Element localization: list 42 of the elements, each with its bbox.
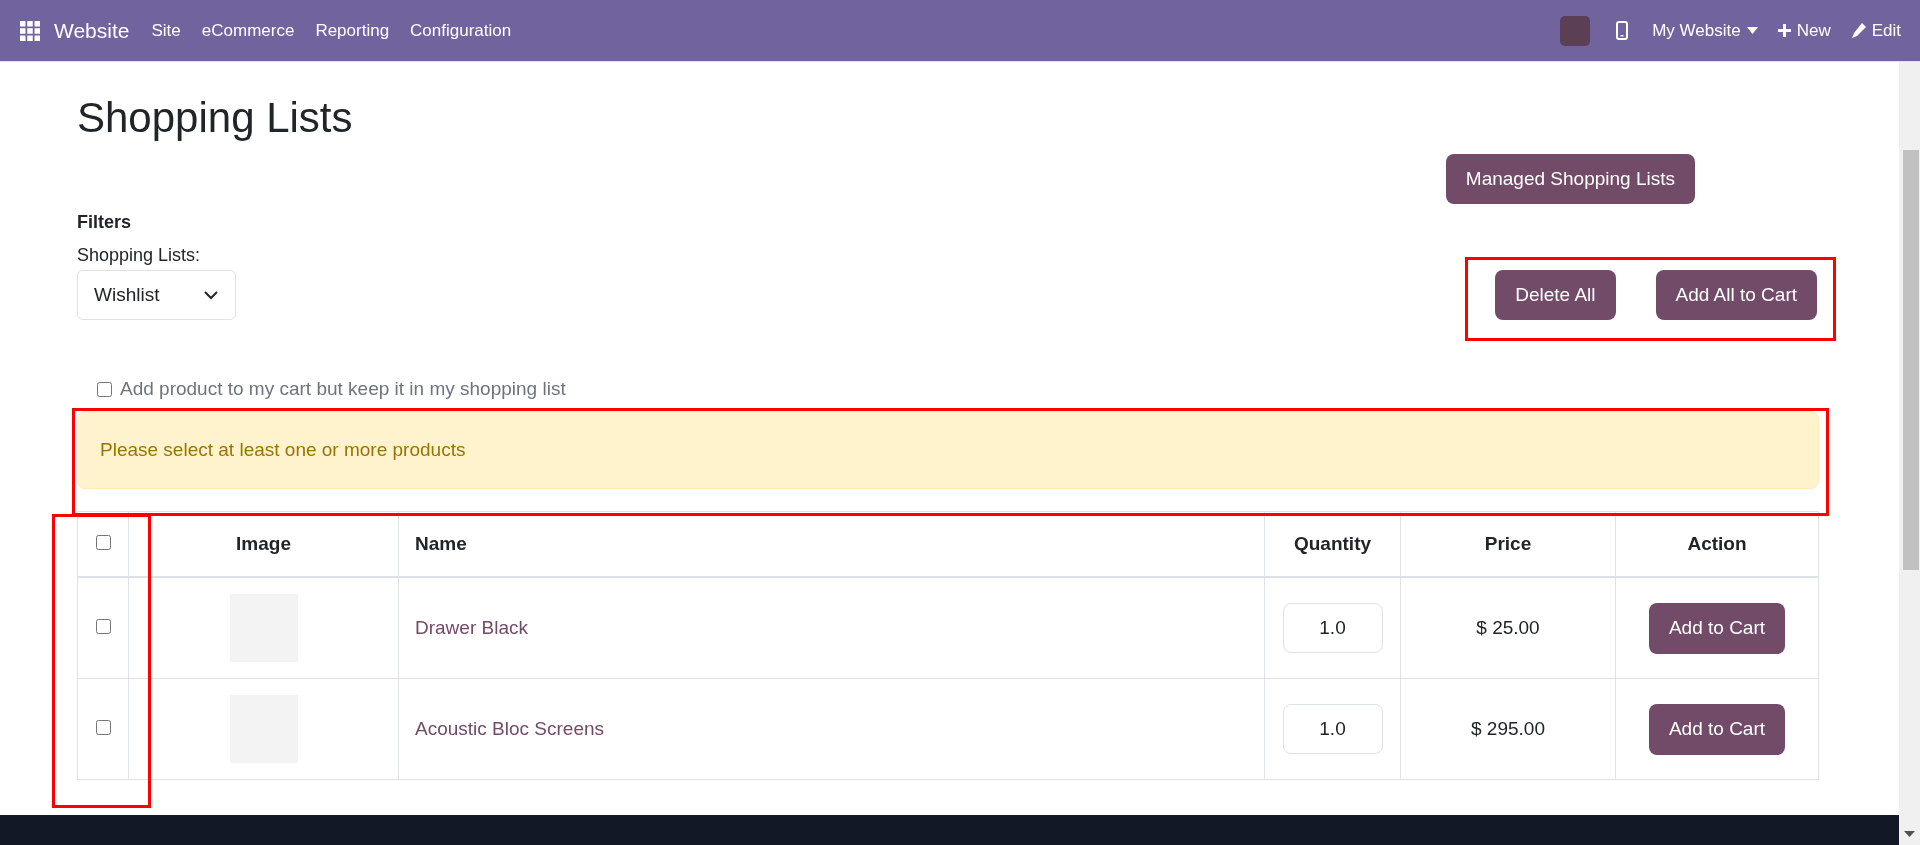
product-link[interactable]: Drawer Black (415, 617, 528, 638)
column-header: Image (128, 511, 399, 577)
page-title: Shopping Lists (77, 94, 353, 142)
column-header: Name (398, 511, 1265, 577)
menu-item[interactable]: Configuration (410, 20, 512, 41)
managed-lists-button[interactable]: Managed Shopping Lists (1445, 154, 1695, 204)
field-label: Shopping Lists: (77, 244, 202, 267)
menu-item[interactable]: eCommerce (201, 20, 295, 41)
quantity-field[interactable]: 1.0 (1282, 603, 1383, 653)
plus-icon (1777, 24, 1791, 37)
warning-alert: Please select at least one or more products (77, 411, 1819, 489)
chevron-down-icon (204, 290, 218, 300)
product-link[interactable]: Acoustic Bloc Screens (415, 718, 605, 739)
add-to-cart-button[interactable]: Add to Cart (1648, 703, 1786, 755)
scrollbar-thumb[interactable] (1903, 150, 1919, 570)
caret-icon (1746, 27, 1758, 34)
add-all-to-cart-button[interactable]: Add All to Cart (1655, 270, 1817, 320)
apps-menu-icon[interactable] (20, 20, 40, 41)
checkbox-label: Add product to my cart but keep it in my shopping list (120, 378, 566, 400)
column-header: Price (1400, 511, 1616, 577)
menu-item[interactable]: Site (151, 20, 181, 41)
keep-checkbox[interactable] (97, 381, 112, 397)
column-header: Action (1615, 511, 1819, 577)
quantity-field[interactable]: 1.0 (1282, 704, 1383, 754)
edit-button[interactable]: Edit (1850, 20, 1901, 41)
add-to-cart-button[interactable]: Add to Cart (1648, 602, 1786, 654)
delete-all-button[interactable]: Delete All (1495, 270, 1616, 320)
row-checkbox[interactable] (95, 619, 111, 634)
app-title[interactable]: Website (54, 18, 130, 43)
select-all-checkbox[interactable] (95, 535, 111, 550)
price-cell: $ 295.00 (1400, 678, 1616, 780)
filters-heading: Filters (77, 211, 133, 234)
scroll-down-icon[interactable] (1904, 831, 1915, 837)
new-button[interactable]: New (1777, 20, 1831, 41)
price-cell: $ 25.00 (1400, 577, 1616, 679)
pencil-icon (1850, 23, 1866, 38)
website-dropdown[interactable]: My Website (1652, 20, 1758, 41)
shopping-list-select[interactable]: Wishlist (77, 270, 236, 320)
column-header: Quantity (1264, 511, 1401, 577)
row-checkbox[interactable] (95, 720, 111, 735)
menu-item[interactable]: Reporting (315, 20, 390, 41)
mobile-phone-icon[interactable] (1616, 21, 1629, 40)
